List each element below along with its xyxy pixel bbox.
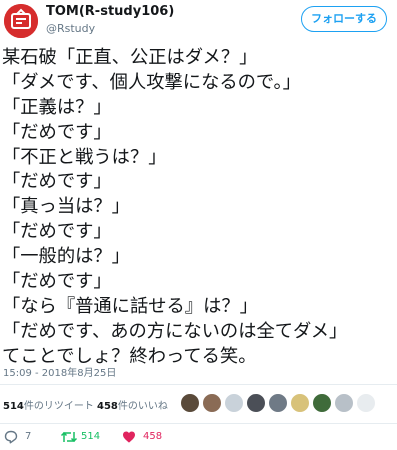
tweet-line: 「なら『普通に話せる』は？」	[2, 295, 258, 317]
tweet-line: 「だめです」	[2, 221, 112, 243]
like-stat[interactable]: 458件のいいね	[97, 397, 168, 412]
tweet-line: 「だめです」	[2, 271, 112, 293]
like-stat-label: 件のいいね	[117, 401, 168, 412]
user-avatar[interactable]	[4, 4, 38, 38]
tweet-timestamp[interactable]: 15:09 - 2018年8月25日	[3, 364, 116, 379]
liker-avatar[interactable]	[180, 393, 200, 413]
liker-avatar[interactable]	[202, 393, 222, 413]
tweet-line: 「だめです」	[2, 121, 112, 143]
liker-avatar[interactable]	[290, 393, 310, 413]
tweet-line: 「ダメです、個人攻撃になるので。」	[2, 71, 301, 93]
liker-avatar[interactable]	[334, 393, 354, 413]
tweet-stats: 514件のリツイート 458件のいいね	[0, 385, 397, 423]
tweet-line: 「真っ当は？」	[2, 196, 130, 218]
tweet-line: 「正義は？」	[2, 96, 112, 118]
tweet-line: 「だめです、あの方にないのは全てダメ」	[2, 320, 348, 342]
retweet-count: 514	[81, 431, 101, 442]
liker-avatar[interactable]	[268, 393, 288, 413]
reply-count: 7	[25, 431, 32, 442]
retweet-icon	[60, 431, 78, 443]
liker-avatar[interactable]	[224, 393, 244, 413]
follow-button[interactable]: フォローする	[301, 6, 387, 32]
user-display-name[interactable]: TOM(R-study106)	[46, 4, 174, 19]
tweet-card: TOM(R-study106) @Rstudy フォローする 某石破「正直、公正…	[0, 0, 397, 450]
tweet-line: 「だめです」	[2, 171, 112, 193]
tweet-text: 某石破「正直、公正はダメ？」 「ダメです、個人攻撃になるので。」 「正義は？」 …	[2, 46, 396, 370]
retweet-stat[interactable]: 514件のリツイート	[3, 397, 94, 412]
like-stat-count: 458	[97, 401, 118, 412]
reply-icon	[4, 430, 18, 444]
like-count: 458	[143, 431, 163, 442]
user-handle[interactable]: @Rstudy	[46, 22, 95, 35]
tweet-line: 某石破「正直、公正はダメ？」	[2, 47, 258, 68]
retweet-stat-count: 514	[3, 401, 24, 412]
liker-avatar[interactable]	[356, 393, 376, 413]
tweet-header: TOM(R-study106) @Rstudy フォローする	[0, 0, 397, 42]
liker-avatar[interactable]	[246, 393, 266, 413]
liker-avatar[interactable]	[312, 393, 332, 413]
avatar-logo-icon	[4, 4, 38, 38]
retweet-stat-label: 件のリツイート	[23, 401, 94, 412]
tweet-line: 「不正と戦うは？」	[2, 146, 167, 168]
tweet-line: 「一般的は？」	[2, 246, 130, 268]
tweet-actions: 7 514 458	[0, 424, 397, 450]
heart-icon	[123, 431, 135, 443]
